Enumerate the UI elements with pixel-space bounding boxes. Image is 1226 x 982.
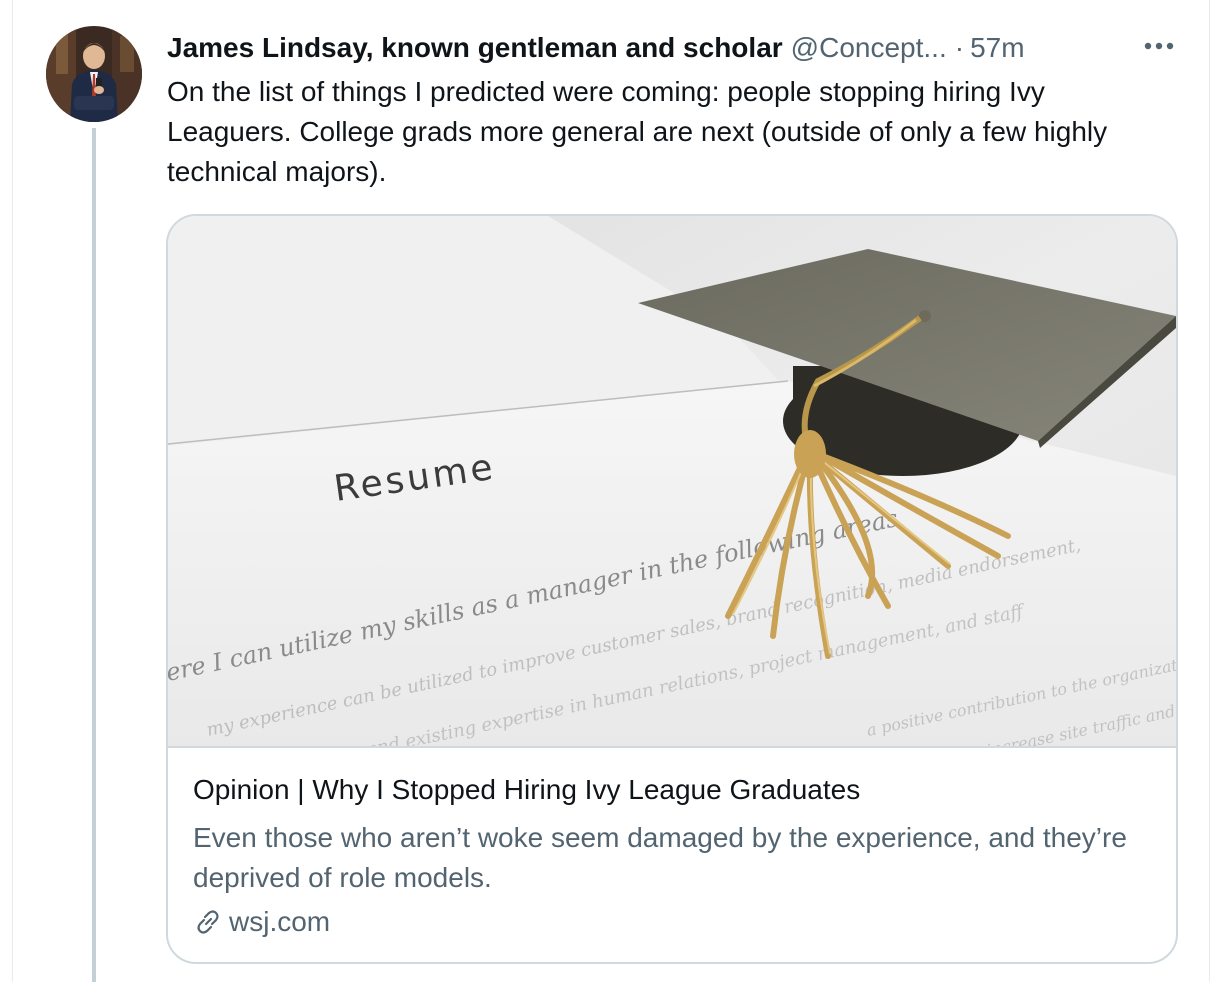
avatar-photo [46,26,142,122]
card-divider [168,746,1176,748]
link-card[interactable]: ere I can utilize my skills as a manager… [166,214,1178,964]
tweet-timestamp[interactable]: 57m [970,32,1024,64]
author-name[interactable]: James Lindsay, known gentleman and schol… [167,32,783,64]
tweet-header: James Lindsay, known gentleman and schol… [167,30,1177,66]
author-handle[interactable]: @Concept... [791,32,947,64]
card-description: Even those who aren’t woke seem damaged … [193,822,1127,893]
card-image: ere I can utilize my skills as a manager… [168,216,1176,746]
thread-line [92,128,96,982]
card-domain-text: wsj.com [229,906,331,937]
card-domain[interactable]: wsj.com [193,902,330,942]
header-separator: · [954,32,965,63]
avatar[interactable] [46,26,142,122]
more-horizontal-icon [1144,42,1174,50]
card-title[interactable]: Opinion | Why I Stopped Hiring Ivy Leagu… [193,774,1153,806]
tweet-text: On the list of things I predicted were c… [167,76,1108,187]
more-options-button[interactable] [1140,30,1180,62]
link-icon [197,910,219,934]
